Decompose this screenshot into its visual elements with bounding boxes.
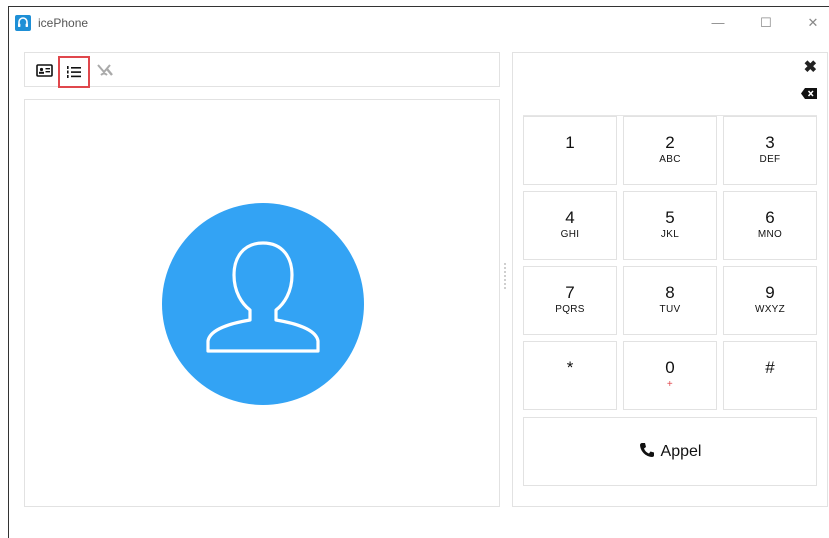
maximize-button[interactable]: ☐ bbox=[754, 13, 778, 33]
key-7[interactable]: 7 PQRS bbox=[523, 266, 617, 335]
call-button-label: Appel bbox=[660, 443, 702, 460]
key-digit: 0 bbox=[665, 358, 675, 377]
key-letters: TUV bbox=[659, 304, 681, 315]
key-digit: 5 bbox=[665, 208, 675, 227]
key-8[interactable]: 8 TUV bbox=[623, 266, 717, 335]
key-digit: 4 bbox=[565, 208, 575, 227]
key-letters: DEF bbox=[759, 154, 781, 165]
minimize-button[interactable]: — bbox=[706, 13, 730, 33]
key-letters: PQRS bbox=[555, 304, 585, 315]
numbered-list-icon bbox=[67, 66, 81, 78]
key-digit: # bbox=[765, 358, 775, 377]
key-3[interactable]: 3 DEF bbox=[723, 116, 817, 185]
key-digit: 9 bbox=[765, 283, 775, 302]
contact-card-icon bbox=[36, 64, 53, 77]
headset-icon bbox=[15, 15, 31, 31]
phone-icon bbox=[639, 443, 654, 457]
key-6[interactable]: 6 MNO bbox=[723, 191, 817, 260]
key-9[interactable]: 9 WXYZ bbox=[723, 266, 817, 335]
close-window-button[interactable]: ✕ bbox=[801, 13, 825, 33]
key-digit: 3 bbox=[765, 133, 775, 152]
user-silhouette-icon bbox=[206, 241, 320, 353]
view-toolbar bbox=[24, 52, 500, 88]
key-star[interactable]: * bbox=[523, 341, 617, 410]
panel-splitter[interactable] bbox=[503, 262, 507, 298]
avatar bbox=[162, 203, 364, 405]
key-letters: ABC bbox=[659, 154, 681, 165]
key-digit: 2 bbox=[665, 133, 675, 152]
window-title: icePhone bbox=[38, 16, 89, 30]
missed-calls-button[interactable] bbox=[91, 56, 123, 88]
call-button[interactable]: Appel bbox=[523, 417, 817, 486]
dialpad-panel: ✖ 1 2 ABC 3 DEF 4 GHI 5 JKL 6 MNO 7 PQRS… bbox=[512, 52, 828, 507]
key-5[interactable]: 5 JKL bbox=[623, 191, 717, 260]
missed-call-icon bbox=[97, 64, 113, 76]
key-1[interactable]: 1 bbox=[523, 116, 617, 185]
key-2[interactable]: 2 ABC bbox=[623, 116, 717, 185]
key-letters: MNO bbox=[757, 229, 783, 240]
key-letters: JKL bbox=[660, 229, 680, 240]
key-0[interactable]: 0 + bbox=[623, 341, 717, 410]
key-letters: WXYZ bbox=[754, 304, 786, 315]
key-digit: 6 bbox=[765, 208, 775, 227]
number-display[interactable]: ✖ bbox=[523, 53, 817, 116]
key-letters: GHI bbox=[560, 229, 580, 240]
app-window: icePhone — ☐ ✕ ✖ 1 2 ABC 3 DEF 4 GHI 5 J… bbox=[8, 6, 829, 538]
key-letters: + bbox=[666, 379, 674, 390]
key-digit: 7 bbox=[565, 283, 575, 302]
key-4[interactable]: 4 GHI bbox=[523, 191, 617, 260]
key-hash[interactable]: # bbox=[723, 341, 817, 410]
key-digit: * bbox=[566, 358, 574, 377]
title-bar[interactable]: icePhone — ☐ ✕ bbox=[9, 7, 829, 39]
backspace-icon[interactable] bbox=[801, 88, 817, 99]
key-digit: 1 bbox=[565, 133, 575, 152]
close-icon[interactable]: ✖ bbox=[804, 57, 817, 77]
contact-panel bbox=[24, 99, 500, 507]
call-history-button[interactable] bbox=[58, 56, 90, 88]
key-digit: 8 bbox=[665, 283, 675, 302]
